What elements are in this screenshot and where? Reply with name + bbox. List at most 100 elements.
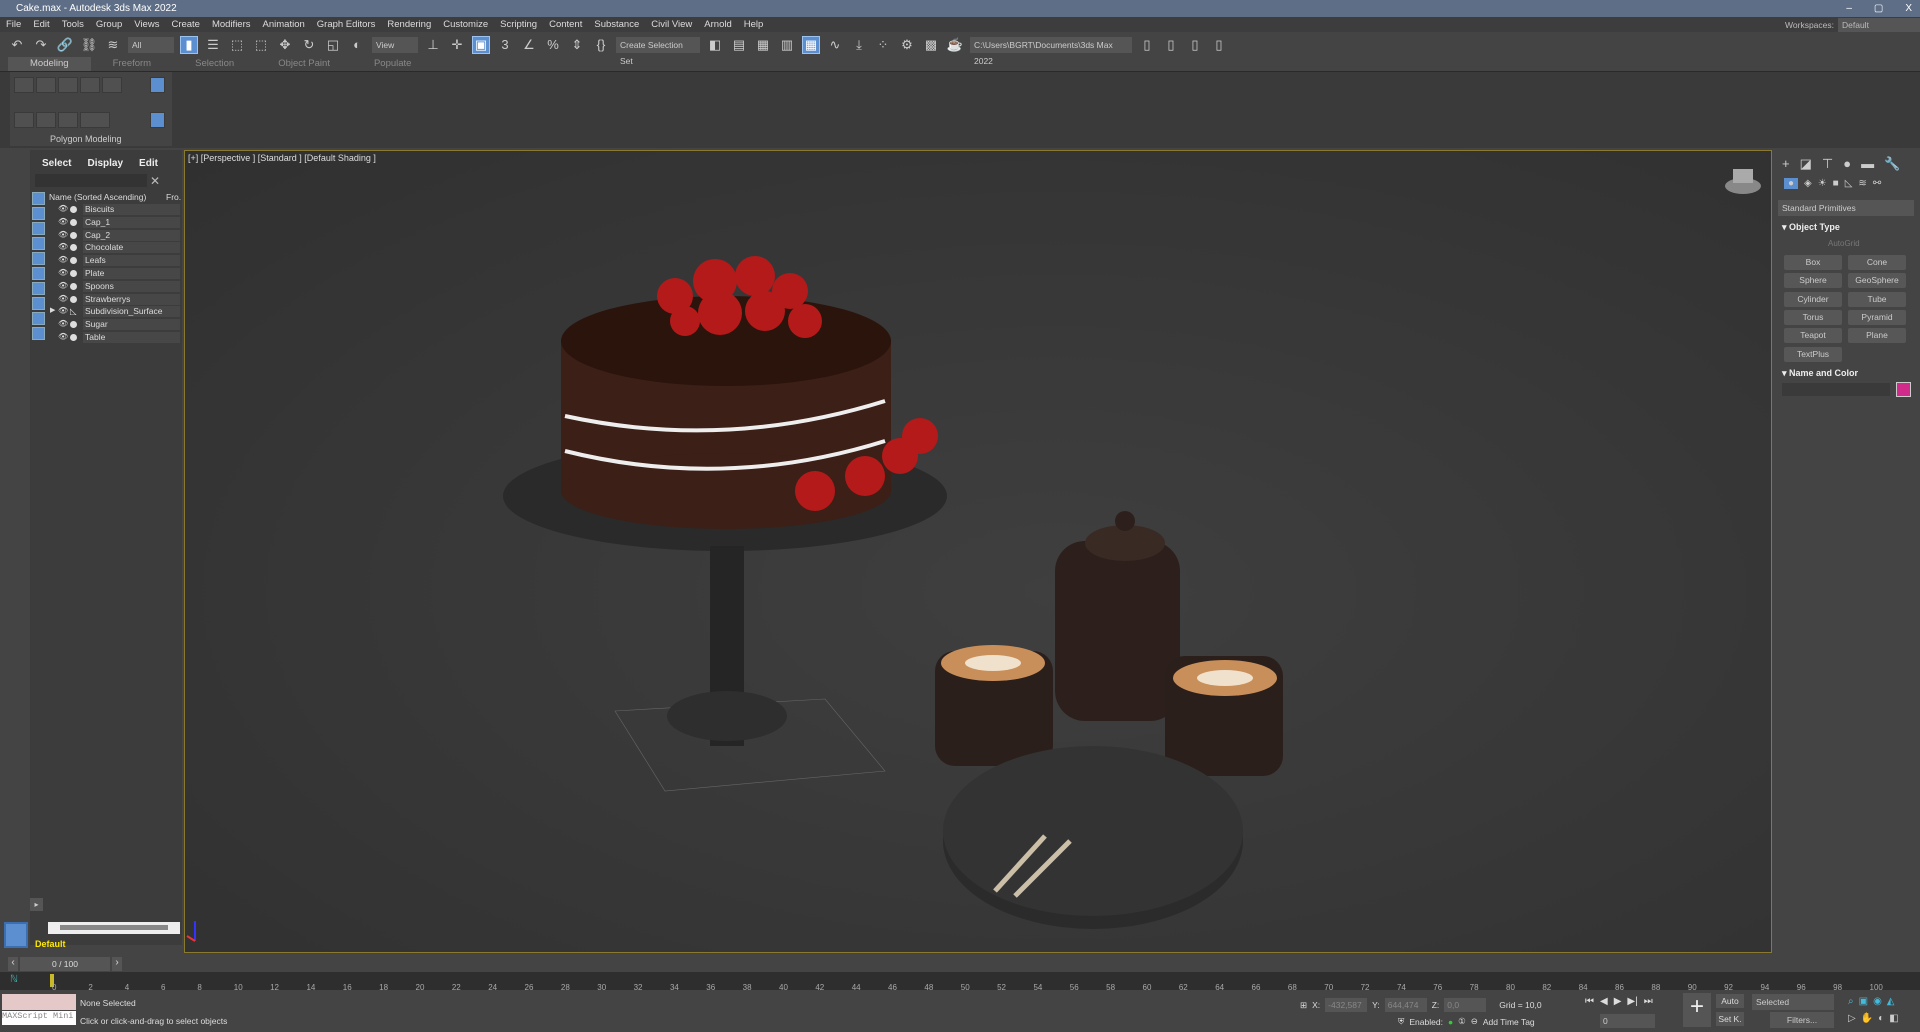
- select-object-icon[interactable]: ▮: [180, 35, 198, 54]
- groups-filter-icon[interactable]: [32, 282, 45, 295]
- keyboard-shortcut-icon[interactable]: ▣: [472, 35, 490, 54]
- ribbon-toggle-button[interactable]: [150, 77, 165, 93]
- tab-selection[interactable]: Selection: [173, 57, 256, 71]
- visibility-eye-icon[interactable]: 👁: [58, 203, 68, 216]
- goto-start-icon[interactable]: ⏮: [1585, 996, 1594, 1007]
- autogrid-checkbox[interactable]: AutoGrid: [1828, 239, 1860, 248]
- ribbon-button[interactable]: [102, 77, 122, 93]
- cameras-icon[interactable]: ■: [1833, 178, 1839, 189]
- edit-named-sel-icon[interactable]: {}: [592, 36, 610, 54]
- menu-graph-editors[interactable]: Graph Editors: [317, 19, 376, 30]
- time-slider[interactable]: ‹ 0 / 100 ›: [8, 957, 123, 971]
- prev-key-icon[interactable]: ◀: [1600, 996, 1608, 1007]
- pivot-icon[interactable]: ⊥: [424, 36, 442, 54]
- named-selection-dropdown[interactable]: Create Selection Set: [616, 36, 700, 66]
- next-frame-button[interactable]: ›: [112, 957, 122, 971]
- explorer-row[interactable]: 👁 Table: [47, 331, 180, 344]
- set-key-button[interactable]: Set K.: [1716, 1012, 1744, 1026]
- render-teapot-icon[interactable]: ☕: [946, 36, 964, 54]
- explorer-row[interactable]: 👁 Spoons: [47, 280, 180, 293]
- display-tab-icon[interactable]: ▬: [1861, 156, 1874, 172]
- placement-icon[interactable]: ◐: [348, 36, 366, 54]
- explorer-search-input[interactable]: [35, 174, 147, 187]
- menu-help[interactable]: Help: [744, 19, 764, 30]
- project-folder-icon[interactable]: ▯: [1162, 36, 1180, 54]
- minimize-button[interactable]: –: [1846, 0, 1852, 17]
- expand-arrow-icon[interactable]: ▸: [30, 898, 43, 911]
- ribbon-button[interactable]: [36, 112, 56, 128]
- menu-content[interactable]: Content: [549, 19, 582, 30]
- zoom-all-icon[interactable]: ▣: [1859, 996, 1868, 1007]
- menu-civil-view[interactable]: Civil View: [651, 19, 692, 30]
- fov-icon[interactable]: ▷: [1848, 1013, 1856, 1024]
- visibility-eye-icon[interactable]: 👁: [58, 216, 68, 229]
- ribbon-button[interactable]: [58, 112, 78, 128]
- visibility-eye-icon[interactable]: 👁: [58, 331, 68, 344]
- z-coord-input[interactable]: 0,0: [1444, 998, 1487, 1012]
- explorer-row[interactable]: 👁 Sugar: [47, 318, 180, 331]
- prev-frame-button[interactable]: ‹: [8, 957, 18, 971]
- expand-row-icon[interactable]: ▶: [50, 305, 55, 318]
- ribbon-button[interactable]: [58, 77, 78, 93]
- rect-selection-icon[interactable]: ⬚: [228, 36, 246, 54]
- frozen-column-header[interactable]: Fro.: [166, 192, 181, 202]
- hierarchy-tab-icon[interactable]: ⊤: [1822, 156, 1833, 172]
- explorer-row[interactable]: 👁 Leafs: [47, 254, 180, 267]
- menu-modifiers[interactable]: Modifiers: [212, 19, 251, 30]
- tab-populate[interactable]: Populate: [352, 57, 434, 71]
- xrefs-filter-icon[interactable]: [32, 297, 45, 310]
- plane-button[interactable]: Plane: [1848, 328, 1906, 344]
- layer-toggle-icon[interactable]: [4, 922, 28, 948]
- maximize-viewport-icon[interactable]: ◧: [1889, 1013, 1898, 1024]
- project-path-dropdown[interactable]: C:\Users\BGRT\Documents\3ds Max 2022: [970, 36, 1132, 66]
- redo-icon[interactable]: ↷: [32, 36, 50, 54]
- goto-end-icon[interactable]: ⏭: [1644, 996, 1653, 1007]
- menu-file[interactable]: File: [6, 19, 21, 30]
- reference-coord-dropdown[interactable]: View: [372, 36, 418, 53]
- project-link-icon[interactable]: ▯: [1210, 36, 1228, 54]
- ribbon-button[interactable]: [14, 77, 34, 93]
- bind-spacewarp-icon[interactable]: ≋: [104, 36, 122, 54]
- selection-filter-dropdown[interactable]: All: [128, 36, 174, 53]
- name-column-header[interactable]: Name (Sorted Ascending): [49, 192, 146, 202]
- menu-substance[interactable]: Substance: [594, 19, 639, 30]
- systems-icon[interactable]: ⚯: [1873, 178, 1881, 189]
- tab-modeling[interactable]: Modeling: [8, 57, 91, 71]
- tab-object-paint[interactable]: Object Paint: [256, 57, 352, 71]
- select-by-name-icon[interactable]: ☰: [204, 36, 222, 54]
- explorer-row[interactable]: 👁 Biscuits: [47, 203, 180, 216]
- visibility-eye-icon[interactable]: 👁: [58, 293, 68, 306]
- percent-snap-icon[interactable]: %: [544, 36, 562, 54]
- object-name-input[interactable]: [1782, 383, 1890, 396]
- name-color-rollout[interactable]: ▾ Name and Color: [1782, 368, 1858, 379]
- bones-filter-icon[interactable]: [32, 312, 45, 325]
- cylinder-button[interactable]: Cylinder: [1784, 291, 1842, 307]
- geosphere-button[interactable]: GeoSphere: [1848, 273, 1906, 289]
- mirror-icon[interactable]: ◧: [706, 36, 724, 54]
- explorer-row[interactable]: ▶ 👁 ◺ Subdivision_Surface: [47, 305, 180, 318]
- rendered-frame-icon[interactable]: ▩: [922, 36, 940, 54]
- textplus-button[interactable]: TextPlus: [1784, 346, 1842, 362]
- motion-tab-icon[interactable]: ●: [1843, 156, 1851, 172]
- x-coord-input[interactable]: -432,587: [1325, 998, 1368, 1012]
- object-type-rollout[interactable]: ▾ Object Type: [1782, 222, 1840, 233]
- visibility-eye-icon[interactable]: 👁: [58, 267, 68, 280]
- spacewarps-icon[interactable]: ≋: [1858, 178, 1866, 189]
- explorer-edit-menu[interactable]: Edit: [139, 158, 158, 169]
- zoom-icon[interactable]: ⌕: [1848, 996, 1854, 1007]
- curve-editor-icon[interactable]: ∿: [826, 36, 844, 54]
- snap-icon[interactable]: 3: [496, 36, 514, 54]
- explorer-row[interactable]: 👁 Cap_2: [47, 229, 180, 242]
- box-button[interactable]: Box: [1784, 255, 1842, 270]
- geometry-filter-icon[interactable]: [32, 192, 45, 205]
- menu-animation[interactable]: Animation: [263, 19, 305, 30]
- perspective-viewport[interactable]: [184, 150, 1772, 953]
- cameras-filter-icon[interactable]: [32, 237, 45, 250]
- maxscript-mini-listener[interactable]: MAXScript Mini: [2, 1011, 76, 1025]
- zoom-extents-all-icon[interactable]: ◭: [1887, 996, 1895, 1007]
- absolute-mode-icon[interactable]: ⊞: [1300, 1000, 1307, 1011]
- manipulate-icon[interactable]: ✛: [448, 36, 466, 54]
- explorer-row[interactable]: 👁 Cap_1: [47, 216, 180, 229]
- explorer-select-menu[interactable]: Select: [42, 158, 71, 169]
- explorer-display-menu[interactable]: Display: [87, 158, 123, 169]
